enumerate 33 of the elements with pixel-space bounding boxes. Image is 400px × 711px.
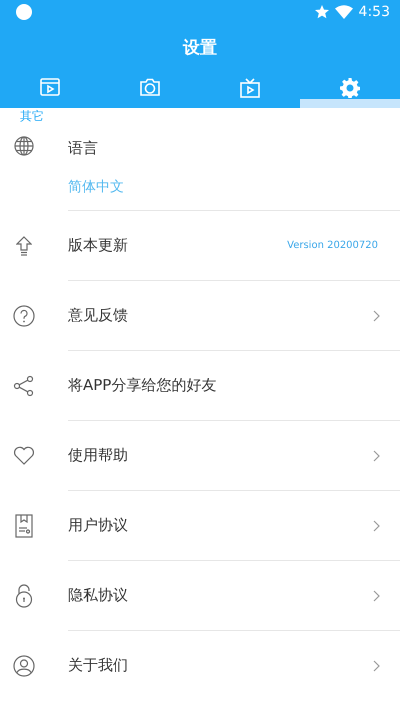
settings-row[interactable]: 隐私协议 <box>68 560 400 630</box>
page-title: 设置 <box>183 36 217 58</box>
settings-row[interactable]: 关于我们 <box>68 630 400 700</box>
section-header: 其它 <box>19 108 45 124</box>
language-value: 简体中文 <box>68 178 124 196</box>
setting-label: 关于我们 <box>68 656 128 675</box>
star-icon <box>314 5 329 19</box>
setting-label: 意见反馈 <box>68 306 128 325</box>
camera-icon <box>140 78 160 96</box>
film-icon <box>40 78 60 96</box>
chevron-right-icon <box>373 520 380 532</box>
settings-row[interactable]: 将APP分享给您的好友 <box>68 350 400 420</box>
chevron-right-icon <box>373 590 380 602</box>
setting-label: 版本更新 <box>68 236 128 255</box>
chevron-right-icon <box>373 310 380 322</box>
chevron-right-icon <box>373 450 380 462</box>
settings-row[interactable]: 版本更新 Version 20200720 <box>68 210 400 280</box>
settings-row[interactable]: 用户协议 <box>68 490 400 560</box>
setting-label: 语言 <box>68 138 98 158</box>
setting-label: 隐私协议 <box>68 586 128 605</box>
wifi-icon <box>334 5 353 19</box>
setting-label: 使用帮助 <box>68 446 128 465</box>
settings-row[interactable]: 使用帮助 <box>68 420 400 490</box>
tv-icon <box>240 78 260 98</box>
settings-icon <box>340 78 360 98</box>
settings-row[interactable]: 意见反馈 <box>68 280 400 350</box>
settings-row[interactable]: 语言 简体中文 <box>68 124 400 210</box>
version-text: Version 20200720 <box>287 240 378 251</box>
status-dot-icon <box>16 4 32 20</box>
status-time: 4:53 <box>358 4 390 20</box>
setting-label: 用户协议 <box>68 516 128 535</box>
setting-label: 将APP分享给您的好友 <box>68 376 216 395</box>
chevron-right-icon <box>373 660 380 672</box>
